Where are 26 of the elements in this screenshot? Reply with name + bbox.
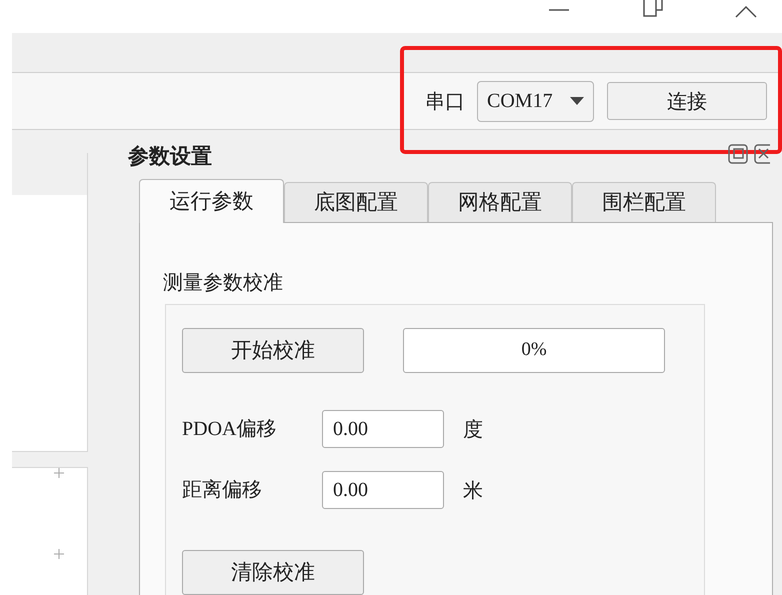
float-icon[interactable] — [728, 144, 748, 164]
plus-marker-icon — [54, 549, 64, 559]
dropdown-caret-icon — [570, 97, 584, 105]
restore-icon[interactable] — [642, 0, 664, 18]
tab[interactable]: 运行参数 — [139, 179, 284, 223]
field-label: 距离偏移 — [182, 478, 263, 503]
value-field[interactable]: 0.00 — [322, 471, 444, 509]
close-icon[interactable] — [754, 144, 770, 164]
tab[interactable]: 网格配置 — [428, 182, 572, 222]
connect-button[interactable]: 连接 — [607, 82, 767, 120]
field-label: PDOA偏移 — [182, 417, 278, 442]
dock-title: 参数设置 — [128, 143, 212, 170]
clear-calibration-button[interactable]: 清除校准 — [182, 550, 364, 595]
tab[interactable]: 底图配置 — [284, 182, 428, 222]
plus-marker-icon — [54, 468, 64, 478]
minimize-icon[interactable] — [548, 8, 570, 12]
section-title: 测量参数校准 — [163, 269, 284, 295]
chevron-up-icon[interactable] — [735, 6, 757, 18]
port-dropdown[interactable]: COM17 — [477, 80, 594, 122]
progress-text: 0% — [521, 338, 547, 362]
serial-port-label: 串口 — [425, 88, 465, 115]
start-calibration-button[interactable]: 开始校准 — [182, 328, 364, 373]
value-field[interactable]: 0.00 — [322, 410, 444, 448]
unit-label: 米 — [463, 477, 483, 504]
tab[interactable]: 围栏配置 — [572, 182, 716, 222]
unit-label: 度 — [463, 416, 483, 443]
